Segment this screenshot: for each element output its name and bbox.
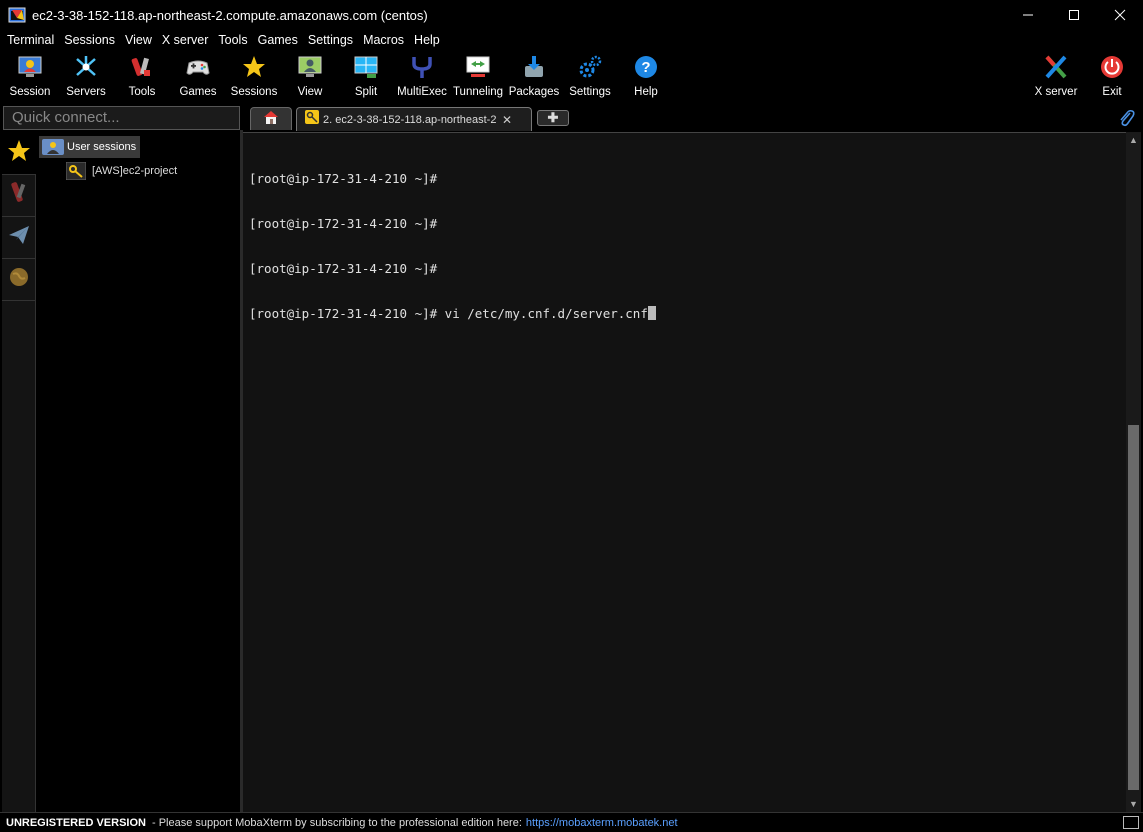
menu-settings[interactable]: Settings [303,30,358,51]
menu-bar: Terminal Sessions View X server Tools Ga… [0,30,1143,51]
sidebar-tab-sessions[interactable] [2,133,36,175]
sessions-panel: User sessions [AWS]ec2-project [37,133,240,812]
menu-view[interactable]: View [120,30,157,51]
games-button[interactable]: Games [170,51,226,103]
home-tab[interactable] [250,107,292,130]
tab-ec2-session[interactable]: 2. ec2-3-38-152-118.ap-northeast-2 ✕ [296,107,532,131]
knife-tools-icon [129,54,155,80]
maximize-button[interactable] [1051,0,1097,30]
star-icon [241,54,267,80]
menu-terminal[interactable]: Terminal [2,30,59,51]
sidebar-tab-strip [2,133,36,812]
package-download-icon [521,54,547,80]
tunneling-button[interactable]: Tunneling [450,51,506,103]
globe-icon [8,266,30,293]
svg-text:?: ? [641,59,650,76]
sessions-button[interactable]: Sessions [226,51,282,103]
monitor-session-icon [17,54,43,80]
sidebar-tab-sftp[interactable] [2,217,36,259]
unregistered-label: UNREGISTERED VERSION [6,816,146,829]
multiexec-button[interactable]: MultiExec [394,51,450,103]
scroll-up-icon[interactable]: ▲ [1126,132,1141,148]
terminal-scrollbar[interactable]: ▲ ▼ [1126,132,1141,812]
mobaxterm-app-icon [8,7,26,23]
fork-multiexec-icon [409,54,435,80]
minimize-button[interactable] [1005,0,1051,30]
paper-plane-icon [7,224,31,251]
terminal-view[interactable]: [root@ip-172-31-4-210 ~]# [root@ip-172-3… [243,132,1126,812]
tunnel-arrows-icon [465,54,491,80]
knife-tools-icon [8,180,30,211]
scroll-down-icon[interactable]: ▼ [1126,796,1141,812]
quick-connect-input[interactable]: Quick connect... [3,106,240,130]
toolbar: Session Servers Tools Games Sessions Vie… [0,51,1143,103]
tab-close-icon[interactable]: ✕ [502,113,512,127]
key-icon [305,110,319,129]
menu-tools[interactable]: Tools [213,30,252,51]
menu-x-server[interactable]: X server [157,30,214,51]
star-icon [7,139,31,168]
tools-button[interactable]: Tools [114,51,170,103]
tab-label: 2. ec2-3-38-152-118.ap-northeast-2 [323,113,497,126]
key-icon [65,161,87,181]
network-servers-icon [73,54,99,80]
home-icon [262,109,280,130]
user-sessions-folder[interactable]: User sessions [39,136,141,158]
session-button[interactable]: Session [2,51,58,103]
scrollbar-thumb[interactable] [1128,425,1139,790]
x-server-button[interactable]: X server [1028,51,1084,103]
paperclip-icon[interactable] [1117,108,1135,128]
help-question-icon: ? [633,54,659,80]
menu-sessions[interactable]: Sessions [59,30,120,51]
user-folder-icon [42,138,64,156]
exit-button[interactable]: Exit [1084,51,1140,103]
split-button[interactable]: Split [338,51,394,103]
packages-button[interactable]: Packages [506,51,562,103]
menu-help[interactable]: Help [409,30,445,51]
settings-button[interactable]: Settings [562,51,618,103]
terminal-line: [root@ip-172-31-4-210 ~]# [249,261,438,276]
view-button[interactable]: View [282,51,338,103]
power-icon [1099,54,1125,80]
mobaxterm-link[interactable]: https://mobaxterm.mobatek.net [526,817,678,829]
terminal-cursor [647,306,656,320]
sidebar-tab-tools[interactable] [2,175,36,217]
tab-row: Quick connect... 2. ec2-3-38-152-118.ap-… [0,106,1143,131]
help-button[interactable]: ? Help [618,51,674,103]
close-button[interactable] [1097,0,1143,30]
gamepad-icon [185,54,211,80]
new-tab-button[interactable]: ✚ [537,110,569,126]
split-screen-icon [353,54,379,80]
menu-macros[interactable]: Macros [358,30,409,51]
terminal-line: [root@ip-172-31-4-210 ~]# [249,216,438,231]
status-bar: UNREGISTERED VERSION - Please support Mo… [0,812,1143,832]
gears-icon [577,54,603,80]
status-message: - Please support MobaXterm by subscribin… [151,816,522,829]
title-bar: ec2-3-38-152-118.ap-northeast-2.compute.… [0,0,1143,30]
monitor-person-icon [297,54,323,80]
terminal-line: [root@ip-172-31-4-210 ~]# vi /etc/my.cnf… [249,306,648,321]
sidebar-tab-macros[interactable] [2,259,36,301]
screen-icon[interactable] [1123,816,1139,829]
terminal-line: [root@ip-172-31-4-210 ~]# [249,171,438,186]
window-title: ec2-3-38-152-118.ap-northeast-2.compute.… [32,7,428,23]
x-server-icon [1043,54,1069,80]
menu-games[interactable]: Games [253,30,303,51]
servers-button[interactable]: Servers [58,51,114,103]
session-item-aws-ec2[interactable]: [AWS]ec2-project [65,161,177,181]
